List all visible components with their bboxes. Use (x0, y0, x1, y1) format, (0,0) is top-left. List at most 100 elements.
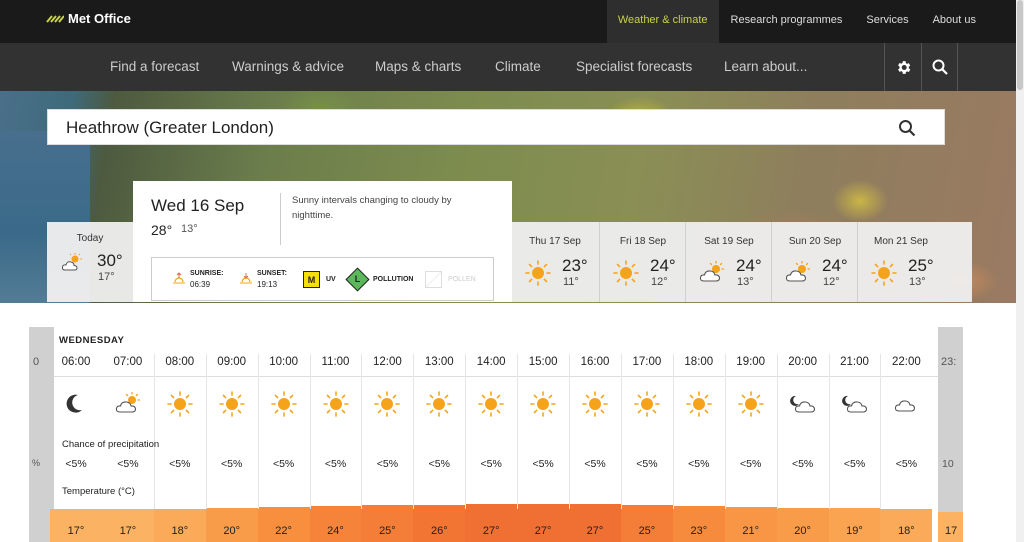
sun-icon (475, 390, 507, 423)
hour-column[interactable]: 12:00 <5% 25° (361, 327, 414, 542)
moon-icon (60, 390, 92, 423)
precip-chance: <5% (532, 458, 554, 470)
nav-icons (884, 43, 958, 91)
sun-icon (610, 259, 642, 292)
column-divider (724, 354, 726, 509)
settings-button[interactable] (884, 43, 921, 91)
hour-time: 08:00 (165, 356, 195, 368)
hour-column[interactable]: 19:00 <5% 21° (724, 327, 777, 542)
hour-column[interactable]: 17:00 <5% 25° (620, 327, 673, 542)
precip-chance: <5% (895, 458, 918, 470)
hour-column[interactable]: 15:00 <5% 27° (517, 327, 570, 542)
hour-temp: 20° (223, 525, 240, 537)
hour-time: 19:00 (736, 356, 766, 368)
precip-chance: <5% (740, 458, 762, 470)
hour-column[interactable]: 21:00 <5% 19° (828, 327, 881, 542)
sunset-label: SUNSET: (257, 270, 287, 277)
day-card-3[interactable]: Sat 19 Sep 24° 13° (686, 222, 772, 302)
search-icon[interactable] (898, 119, 916, 137)
gear-icon (897, 60, 910, 74)
pollen-badge[interactable] (425, 271, 442, 288)
day-card-2[interactable]: Fri 18 Sep 24° 12° (600, 222, 686, 302)
column-divider (776, 354, 778, 509)
hour-column[interactable]: 08:00 <5% 18° (153, 327, 206, 542)
hour-column[interactable]: 06:00 <5% 17° (50, 327, 102, 542)
card-divider (771, 222, 772, 302)
hour-temp: 18° (171, 525, 189, 537)
day-label: Today (76, 233, 104, 244)
hour-temp: 18° (898, 525, 915, 537)
pollution-label: POLLUTION (373, 276, 414, 283)
hour-temp: 25° (379, 525, 396, 537)
column-divider (880, 354, 882, 509)
scroll-right-edge[interactable]: 23: 10 17 (938, 327, 963, 542)
hour-column[interactable]: 09:00 <5% 20° (205, 327, 258, 542)
hour-column[interactable]: 11:00 <5% 24° (309, 327, 362, 542)
min-temp: 11° (563, 276, 579, 288)
min-temp: 12° (651, 276, 668, 288)
nav-find-a-forecast[interactable]: Find a forecast (110, 43, 199, 90)
day-card-today[interactable]: Today 30° 17° (47, 222, 133, 302)
day-card-5[interactable]: Mon 21 Sep 25° 13° (858, 222, 944, 302)
day-label: Mon 21 Sep (874, 236, 928, 247)
day-label: Sat 19 Sep (704, 236, 754, 247)
precip-chance: <5% (584, 458, 606, 470)
sun-icon (371, 390, 403, 423)
main-nav: Find a forecast Warnings & advice Maps &… (0, 43, 1016, 91)
precip-chance: <5% (636, 458, 658, 470)
top-nav: Weather & climate Research programmes Se… (606, 0, 1016, 43)
hour-column[interactable]: 14:00 <5% 27° (465, 327, 518, 542)
hour-column[interactable]: 07:00 <5% 17° (101, 327, 154, 542)
precip-chance: <5% (221, 458, 243, 470)
day-card-4[interactable]: Sun 20 Sep 24° 12° (772, 222, 858, 302)
edge-time-right: 23: (941, 356, 957, 368)
topnav-services[interactable]: Services (854, 0, 920, 43)
location-search-field[interactable]: Heathrow (Greater London) (47, 109, 945, 145)
sunrise-label: SUNRISE: (190, 270, 224, 277)
forecast-day-cards: Thu 17 Sep 23° 11° Fri 18 Sep 24° 12° Sat 19 S… (512, 222, 972, 302)
column-divider (153, 354, 155, 509)
sun-icon (164, 390, 196, 423)
day-card-1[interactable]: Thu 17 Sep 23° 11° (512, 222, 598, 302)
site-search-button[interactable] (921, 43, 958, 91)
selected-date: Wed 16 Sep (151, 196, 245, 215)
hour-column[interactable]: 22:00 <5% 18° (880, 327, 933, 542)
hour-column[interactable]: 13:00 <5% 26° (413, 327, 466, 542)
hourly-forecast-table: 0 % 23: 10 17 WEDNESDAY 06:00 <5% 17° 07:00… (29, 327, 963, 542)
sunset-time: 19:13 (257, 280, 278, 289)
pollution-badge: L (354, 274, 361, 284)
topnav-research-programmes[interactable]: Research programmes (719, 0, 855, 43)
hour-temp: 25° (638, 525, 656, 537)
met-office-logo[interactable]: Met Office (46, 11, 131, 26)
uv-label: UV (326, 276, 336, 283)
hour-time: 18:00 (684, 356, 714, 368)
column-divider (465, 354, 467, 509)
column-divider (413, 354, 415, 509)
forecast-summary: Sunny intervals changing to cloudy by ni… (292, 195, 452, 221)
nav-climate[interactable]: Climate (495, 43, 541, 90)
day-label: Sun 20 Sep (788, 236, 842, 247)
location-search-value: Heathrow (Greater London) (66, 118, 274, 137)
top-bar: Met Office Weather & climate Research pr… (0, 0, 1016, 43)
max-temp: 24° (822, 256, 848, 275)
hour-column[interactable]: 16:00 <5% 27° (569, 327, 621, 542)
min-temp: 17° (98, 271, 115, 283)
hour-temp: 24° (327, 525, 344, 537)
scrollbar-thumb[interactable] (1017, 0, 1023, 90)
sun-icon (423, 390, 455, 423)
hour-column[interactable]: 20:00 <5% 20° (776, 327, 829, 542)
column-divider (620, 354, 622, 509)
uv-badge[interactable]: M (303, 271, 320, 288)
topnav-about-us[interactable]: About us (921, 0, 1016, 43)
nav-specialist-forecasts[interactable]: Specialist forecasts (576, 43, 692, 90)
hour-time: 22:00 (892, 356, 921, 368)
hour-time: 16:00 (580, 356, 610, 368)
nav-maps-charts[interactable]: Maps & charts (375, 43, 461, 90)
nav-warnings-advice[interactable]: Warnings & advice (232, 43, 344, 90)
hour-column[interactable]: 18:00 <5% 23° (672, 327, 725, 542)
topnav-weather-climate[interactable]: Weather & climate (606, 0, 719, 43)
hour-column[interactable]: 10:00 <5% 22° (257, 327, 310, 542)
column-divider (517, 354, 519, 509)
nav-learn-about[interactable]: Learn about... (724, 43, 807, 90)
sun-icon (683, 390, 715, 423)
